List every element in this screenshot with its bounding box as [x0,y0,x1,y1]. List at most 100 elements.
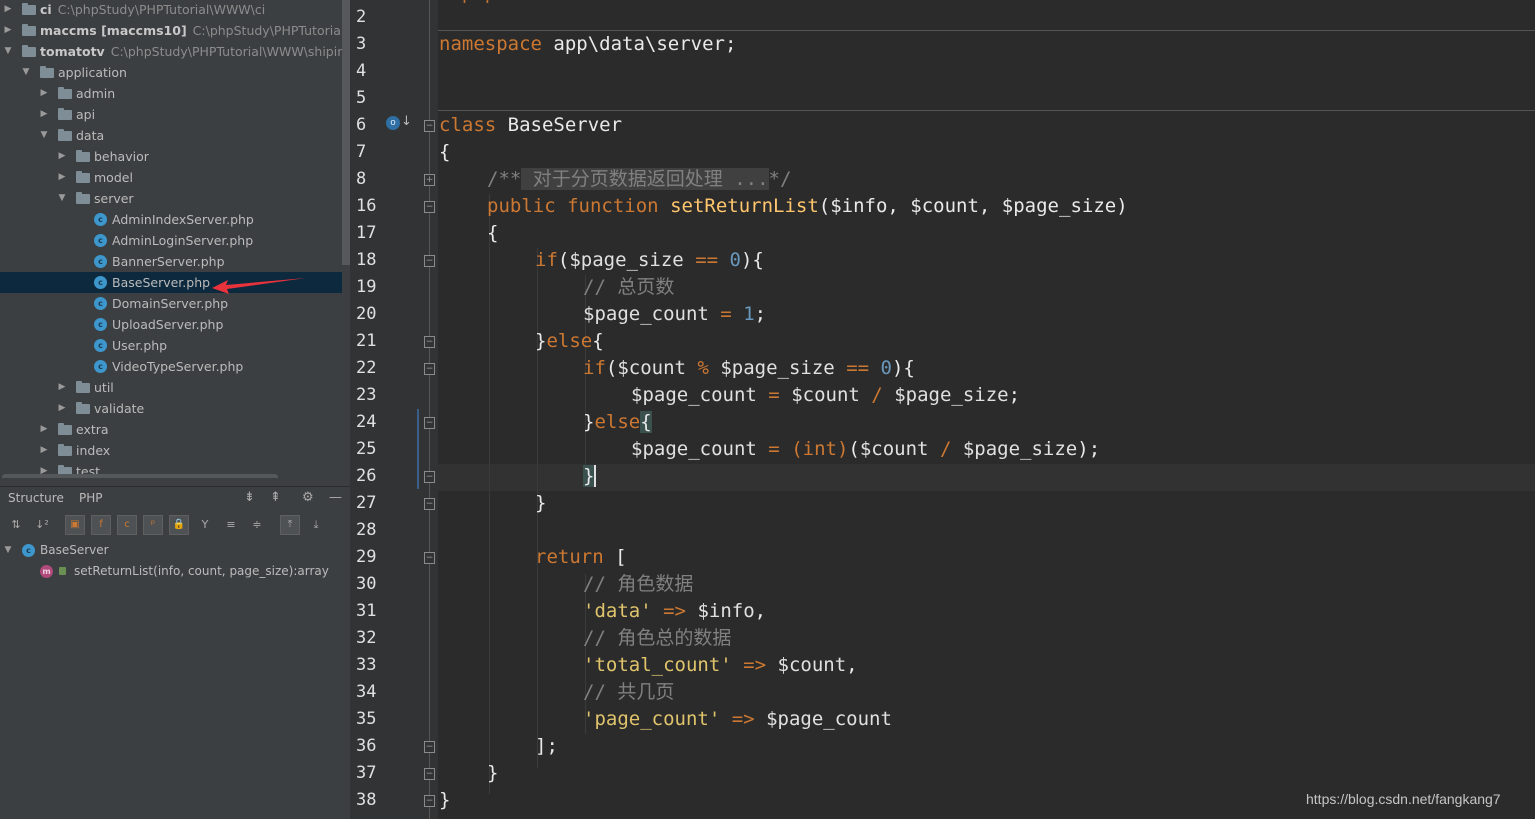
folder-icon [76,192,90,204]
change-marker [417,409,419,489]
php-class-icon: c [94,255,107,268]
tree-file[interactable]: c User.php [0,335,342,356]
code-line-25: $page_count = (int)($count / $page_size)… [631,438,1101,460]
collapse-arrow-icon[interactable]: ▼ [39,125,49,146]
autoscroll-from-source-icon[interactable]: ⤓ [306,515,326,535]
expand-arrow-icon[interactable]: ▶ [39,419,49,440]
collapse-arrow-icon[interactable]: ▼ [3,41,13,62]
fold-end-icon[interactable]: − [424,336,435,348]
sort-visibility-icon[interactable]: ⇅ [6,515,26,535]
tree-file[interactable]: c UploadServer.php [0,314,342,335]
indent-guide [489,194,490,794]
tree-root-tomatotv[interactable]: ▼ tomatotv C:\phpStudy\PHPTutorial\WWW\sh… [0,41,342,62]
fold-marker-icon[interactable]: − [424,363,435,375]
tree-folder-behavior[interactable]: ▶ behavior [0,146,342,167]
expand-arrow-icon[interactable]: ▶ [39,104,49,125]
line-number: 23 [356,385,377,405]
code-line-29: return [ [535,546,627,568]
structure-class-row[interactable]: ▼ c BaseServer [0,540,350,560]
php-class-icon: c [94,213,107,226]
tree-vertical-scrollbar[interactable] [342,0,350,265]
show-lock-icon[interactable]: 🔒 [169,515,189,535]
code-line-30: // 角色数据 [583,573,694,595]
tree-horizontal-scrollbar[interactable] [2,474,278,478]
expand-arrow-icon[interactable]: ▶ [3,0,13,20]
file-label: BaseServer.php [112,275,211,290]
show-constants-icon[interactable]: c [117,515,137,535]
fold-end-icon[interactable]: − [424,768,435,780]
show-non-public-icon[interactable]: ᵖ [143,515,163,535]
line-number: 28 [356,520,377,540]
code-line-23: $page_count = $count / $page_size; [631,384,1021,406]
fold-end-icon[interactable]: − [424,417,435,429]
collapse-all-icon[interactable]: ⇞ [270,490,281,505]
fold-marker-icon[interactable]: − [424,255,435,267]
tree-file[interactable]: c DomainServer.php [0,293,342,314]
php-class-icon: c [94,360,107,373]
tree-folder-server[interactable]: ▼ server [0,188,342,209]
expand-all-icon[interactable]: ⇟ [244,490,255,505]
fold-marker-icon[interactable]: − [424,201,435,213]
line-number-current: 26 [356,466,377,486]
folder-icon [76,402,90,414]
tree-folder-data[interactable]: ▼ data [0,125,342,146]
file-label: VideoTypeServer.php [112,359,244,374]
expand-arrow-icon[interactable]: ▶ [57,377,67,398]
tree-folder-application[interactable]: ▼ application [0,62,342,83]
expand-icon[interactable]: ≡ [221,515,241,535]
code-line-17: { [487,222,499,244]
tab-structure[interactable]: Structure [8,491,64,505]
collapse-arrow-icon[interactable]: ▼ [3,540,13,560]
code-editor[interactable]: 2 3 4 5 6 7 8 16 17 18 19 20 21 22 23 24… [350,0,1535,819]
expand-arrow-icon[interactable]: ▶ [39,83,49,104]
fold-end-icon[interactable]: − [424,795,435,807]
fold-marker-icon[interactable]: − [424,120,435,132]
filter-icon[interactable]: Y [195,515,215,535]
expand-arrow-icon[interactable]: ▶ [39,440,49,461]
tree-folder-util[interactable]: ▶ util [0,377,342,398]
show-inherited-icon[interactable]: ▣ [65,515,85,535]
tree-folder-api[interactable]: ▶ api [0,104,342,125]
annotation-arrow-icon [212,278,306,294]
tree-file[interactable]: c BannerServer.php [0,251,342,272]
fold-end-icon[interactable]: − [424,471,435,483]
fold-end-icon[interactable]: − [424,741,435,753]
tree-folder-index[interactable]: ▶ index [0,440,342,461]
collapse-icon[interactable]: ≑ [247,515,267,535]
tree-file[interactable]: c AdminLoginServer.php [0,230,342,251]
tab-php[interactable]: PHP [79,491,103,505]
tree-folder-model[interactable]: ▶ model [0,167,342,188]
implements-method-icon[interactable]: o [386,116,400,130]
line-number: 4 [356,61,367,81]
tree-folder-validate[interactable]: ▶ validate [0,398,342,419]
sort-alpha-icon[interactable]: ↓² [32,515,52,535]
structure-method-row[interactable]: m setReturnList(info, count, page_size):… [0,561,350,581]
tree-folder-admin[interactable]: ▶ admin [0,83,342,104]
tree-root-maccms[interactable]: ▶ maccms [maccms10] C:\phpStudy\PHPTutori… [0,20,342,41]
line-number: 3 [356,34,367,54]
tree-root-ci[interactable]: ▶ ci C:\phpStudy\PHPTutorial\WWW\ci [0,0,342,20]
tree-root-path: C:\phpStudy\PHPTutorial\WWW [192,23,342,38]
folder-label: model [94,170,133,185]
show-fields-icon[interactable]: f [91,515,111,535]
expand-arrow-icon[interactable]: ▶ [57,146,67,167]
collapse-arrow-icon[interactable]: ▼ [21,62,31,83]
gear-icon[interactable]: ⚙ [302,490,314,505]
expand-arrow-icon[interactable]: ▶ [57,398,67,419]
doc-comment-folded[interactable]: 对于分页数据返回处理 ... [521,168,769,190]
tree-file[interactable]: c VideoTypeServer.php [0,356,342,377]
autoscroll-to-source-icon[interactable]: ⤒ [280,515,300,535]
tree-file[interactable]: c AdminIndexServer.php [0,209,342,230]
fold-marker-icon[interactable]: − [424,552,435,564]
expand-arrow-icon[interactable]: ▶ [57,167,67,188]
collapse-arrow-icon[interactable]: ▼ [57,188,67,209]
fold-end-icon[interactable]: − [424,498,435,510]
fold-expand-icon[interactable]: + [424,174,435,186]
folder-icon [76,171,90,183]
minimize-icon[interactable]: — [329,490,342,505]
php-class-icon: c [94,297,107,310]
expand-arrow-icon[interactable]: ▶ [3,20,13,41]
tree-folder-extra[interactable]: ▶ extra [0,419,342,440]
folder-label: admin [76,86,116,101]
method-separator [438,110,1535,111]
